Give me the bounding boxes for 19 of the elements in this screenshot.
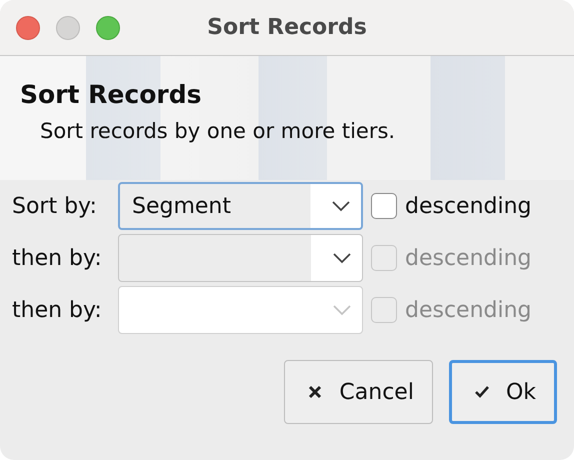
checkbox-label: descending xyxy=(405,246,532,270)
window-title: Sort Records xyxy=(207,15,367,40)
banner-subtitle: Sort records by one or more tiers. xyxy=(40,119,396,143)
close-icon xyxy=(307,384,324,400)
checkbox-label: descending xyxy=(405,298,532,322)
checkbox[interactable] xyxy=(371,193,397,219)
field-label: then by: xyxy=(12,298,103,322)
cancel-button[interactable]: Cancel xyxy=(284,360,433,424)
minimize-button[interactable] xyxy=(56,16,80,40)
checkmark-icon xyxy=(474,384,490,400)
dropdown[interactable] xyxy=(118,234,363,282)
ok-button[interactable]: Ok xyxy=(448,360,557,424)
close-button[interactable] xyxy=(16,16,40,40)
checkbox-label: descending xyxy=(405,194,532,218)
field-label: then by: xyxy=(12,246,103,270)
zoom-button[interactable] xyxy=(96,16,120,40)
field-label: Sort by: xyxy=(12,194,98,218)
banner-title: Sort Records xyxy=(20,80,202,109)
dropdown[interactable]: Segment xyxy=(118,182,363,230)
